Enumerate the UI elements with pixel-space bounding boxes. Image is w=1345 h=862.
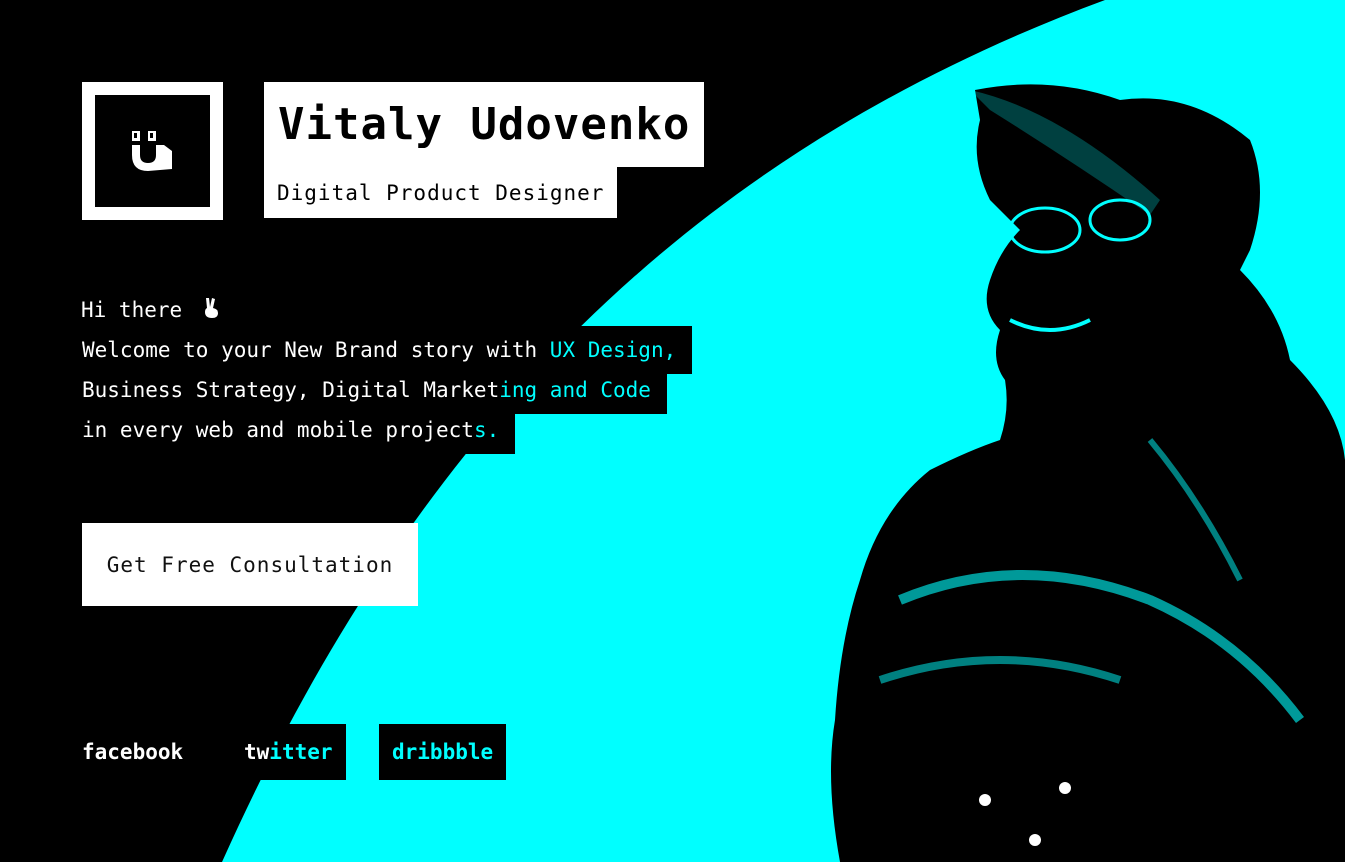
logo[interactable]: [82, 82, 223, 220]
intro-text: Hi there Welcome to your New Brand story…: [81, 290, 693, 454]
magnet-face-logo-icon: [131, 131, 172, 171]
brand-name: Vitaly Udovenko: [264, 82, 705, 167]
dribbble-link[interactable]: dribbble: [379, 724, 507, 780]
intro-greeting: Hi there: [81, 290, 692, 330]
ux-design-highlight: UX Design,: [549, 338, 677, 362]
portrait-image: [831, 84, 1345, 862]
intro-line-2: Business Strategy, Digital Marketing and…: [81, 366, 692, 414]
get-consultation-button[interactable]: Get Free Consultation: [82, 523, 418, 606]
brand-title: Digital Product Designer: [264, 167, 618, 218]
intro-line-1: Welcome to your New Brand story with UX …: [81, 326, 693, 374]
facebook-link[interactable]: facebook: [82, 724, 183, 780]
twitter-link[interactable]: twitter: [232, 724, 346, 780]
intro-line-3: in every web and mobile projects.: [81, 406, 692, 454]
victory-hand-icon: [204, 298, 218, 318]
greeting-text: Hi there: [81, 298, 183, 322]
